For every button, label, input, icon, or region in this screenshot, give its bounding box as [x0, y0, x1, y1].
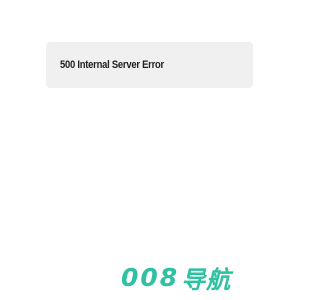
error-page: 500 Internal Server Error 008 导航: [0, 0, 300, 300]
brand-logo[interactable]: 008 导航: [121, 262, 232, 294]
error-card: 500 Internal Server Error: [46, 42, 253, 88]
brand-logo-name: 导航: [181, 265, 232, 294]
brand-logo-digits: 008: [121, 262, 180, 292]
error-message: 500 Internal Server Error: [60, 59, 164, 71]
